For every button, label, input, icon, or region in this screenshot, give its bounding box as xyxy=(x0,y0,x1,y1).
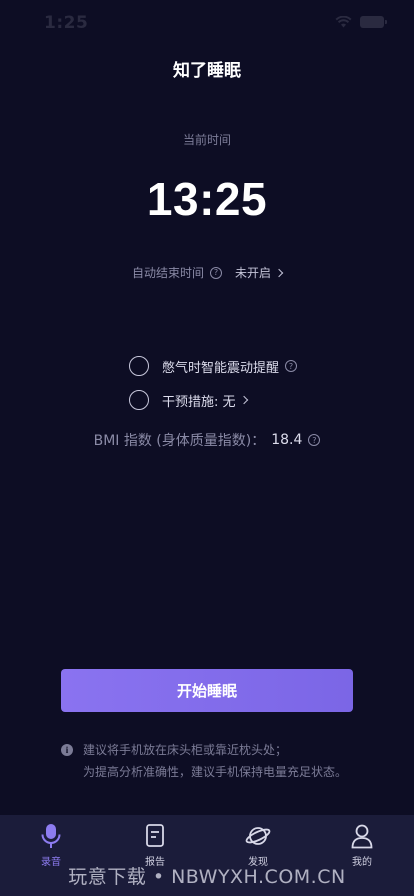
report-icon xyxy=(146,824,164,847)
status-time: 1:25 xyxy=(44,13,89,33)
auto-end-label: 自动结束时间 xyxy=(131,266,204,280)
intervention-label: 干预措施: 无 xyxy=(162,394,236,410)
chevron-right-icon xyxy=(239,395,248,405)
status-icons xyxy=(335,16,387,28)
battery-icon xyxy=(360,16,387,28)
intervention-option[interactable]: 干预措施: 无 xyxy=(129,390,248,410)
tip-line-2: 为提高分析准确性，建议手机保持电量充足状态。 xyxy=(83,765,348,779)
vibration-reminder-label: 憋气时智能震动提醒 xyxy=(162,360,280,376)
auto-end-value: 未开启 xyxy=(235,266,272,280)
bmi-value: 18.4 xyxy=(271,432,303,448)
help-icon[interactable]: ? xyxy=(285,360,298,372)
current-time-label: 当前时间 xyxy=(182,133,231,147)
tips: i 建议将手机放在床头柜或靠近枕头处； 为提高分析准确性，建议手机保持电量充足状… xyxy=(61,739,381,783)
person-icon xyxy=(351,824,373,849)
vibration-reminder-radio[interactable] xyxy=(129,356,149,376)
auto-end-setting[interactable]: 未开启 xyxy=(235,264,284,281)
info-icon: i xyxy=(61,744,73,756)
intervention-radio[interactable] xyxy=(129,390,149,410)
bmi-label: BMI 指数 (身体质量指数)： xyxy=(93,433,266,449)
start-sleep-button[interactable]: 开始睡眠 xyxy=(61,669,353,712)
planet-icon xyxy=(245,827,271,845)
wifi-icon xyxy=(335,16,352,28)
current-time: 13:25 xyxy=(146,173,268,225)
status-bar: 1:25 xyxy=(0,0,414,46)
microphone-icon xyxy=(41,824,61,848)
chevron-right-icon xyxy=(274,268,284,277)
tip-line-1: 建议将手机放在床头柜或靠近枕头处； xyxy=(83,743,288,757)
help-icon[interactable]: ? xyxy=(308,434,321,446)
watermark: 玩意下载 • NBWYXH.COM.CN xyxy=(68,866,346,888)
help-icon[interactable]: ? xyxy=(210,266,222,279)
auto-end-row: 自动结束时间 ? 未开启 xyxy=(0,264,414,281)
page-title: 知了睡眠 xyxy=(173,61,241,81)
bmi-row: BMI 指数 (身体质量指数)： 18.4 ? xyxy=(0,430,414,450)
vibration-reminder-option[interactable]: 憋气时智能震动提醒 ? xyxy=(129,356,298,376)
